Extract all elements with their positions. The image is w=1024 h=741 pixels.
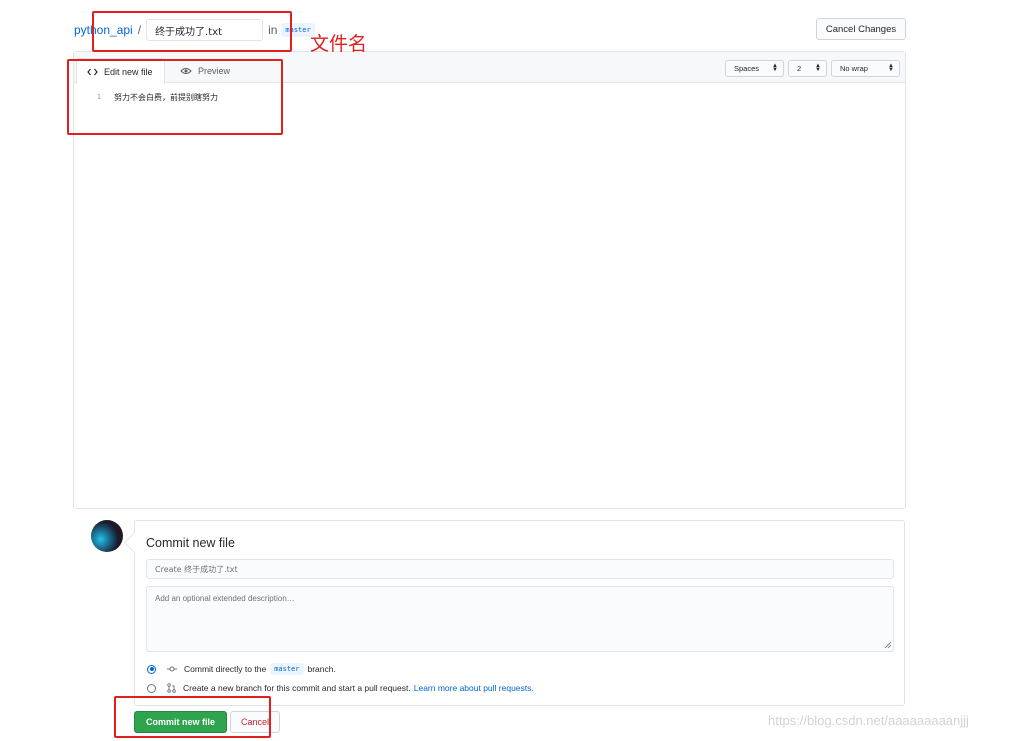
commit-new-file-button[interactable]: Commit new file [134,711,227,733]
commit-new-branch-option[interactable]: Create a new branch for this commit and … [147,681,534,695]
commit-direct-branch: master [270,663,304,675]
git-commit-icon [167,665,177,673]
watermark: https://blog.csdn.net/aaaaaaaaanjjj [768,713,969,728]
tab-preview-label: Preview [198,66,231,76]
select-caret-icon: ▲ ▼ [815,63,821,73]
commit-new-branch-radio[interactable] [147,683,156,693]
cancel-changes-button[interactable]: Cancel Changes [816,18,906,40]
commit-direct-radio[interactable] [147,664,156,674]
resize-grip-icon[interactable] [884,641,891,648]
commit-direct-option[interactable]: Commit directly to the master branch. [147,662,336,676]
select-caret-icon: ▲ ▼ [888,63,894,73]
wrap-mode-select[interactable]: No wrap ▲ ▼ [831,60,900,77]
code-line[interactable]: 1 努力不会白费，前提别瞎努力 [74,90,218,104]
indent-mode-value: Spaces [734,64,760,73]
commit-direct-suffix: branch. [307,664,336,674]
commit-summary-input[interactable] [146,559,894,579]
commit-description-input[interactable] [146,586,894,652]
breadcrumb: python_api / in master [74,19,315,41]
indent-size-select[interactable]: 2 ▲ ▼ [788,60,827,77]
editor-toolbar: Edit new file Preview Spaces ▲ ▼ 2 ▲ ▼ No … [74,52,905,84]
line-text[interactable]: 努力不会白费，前提别瞎努力 [114,92,218,103]
eye-icon [180,67,192,75]
filename-input[interactable] [146,19,264,41]
select-caret-icon: ▲ ▼ [772,63,778,73]
cancel-button[interactable]: Cancel [230,711,280,733]
wrap-mode-value: No wrap [840,64,868,73]
indent-size-value: 2 [797,64,802,73]
git-pull-request-icon [167,683,176,693]
tab-edit-label: Edit new file [104,66,153,77]
code-icon [87,68,98,76]
tab-preview[interactable]: Preview [170,58,240,84]
commit-new-branch-text: Create a new branch for this commit and … [183,683,411,693]
in-label: in [268,23,278,37]
avatar [91,520,123,552]
line-number: 1 [96,93,101,101]
tab-edit-new-file[interactable]: Edit new file [76,58,165,84]
commit-title: Commit new file [146,536,235,550]
commit-box: Commit new file Commit directly to the m… [134,520,905,706]
indent-mode-select[interactable]: Spaces ▲ ▼ [725,60,784,77]
learn-more-link[interactable]: Learn more about pull requests. [414,683,534,693]
annotation-label: 文件名 [310,33,368,55]
breadcrumb-separator: / [137,23,142,37]
repo-link[interactable]: python_api [74,23,133,37]
commit-direct-prefix: Commit directly to the [184,664,267,674]
file-editor: Edit new file Preview Spaces ▲ ▼ 2 ▲ ▼ No … [73,51,906,509]
